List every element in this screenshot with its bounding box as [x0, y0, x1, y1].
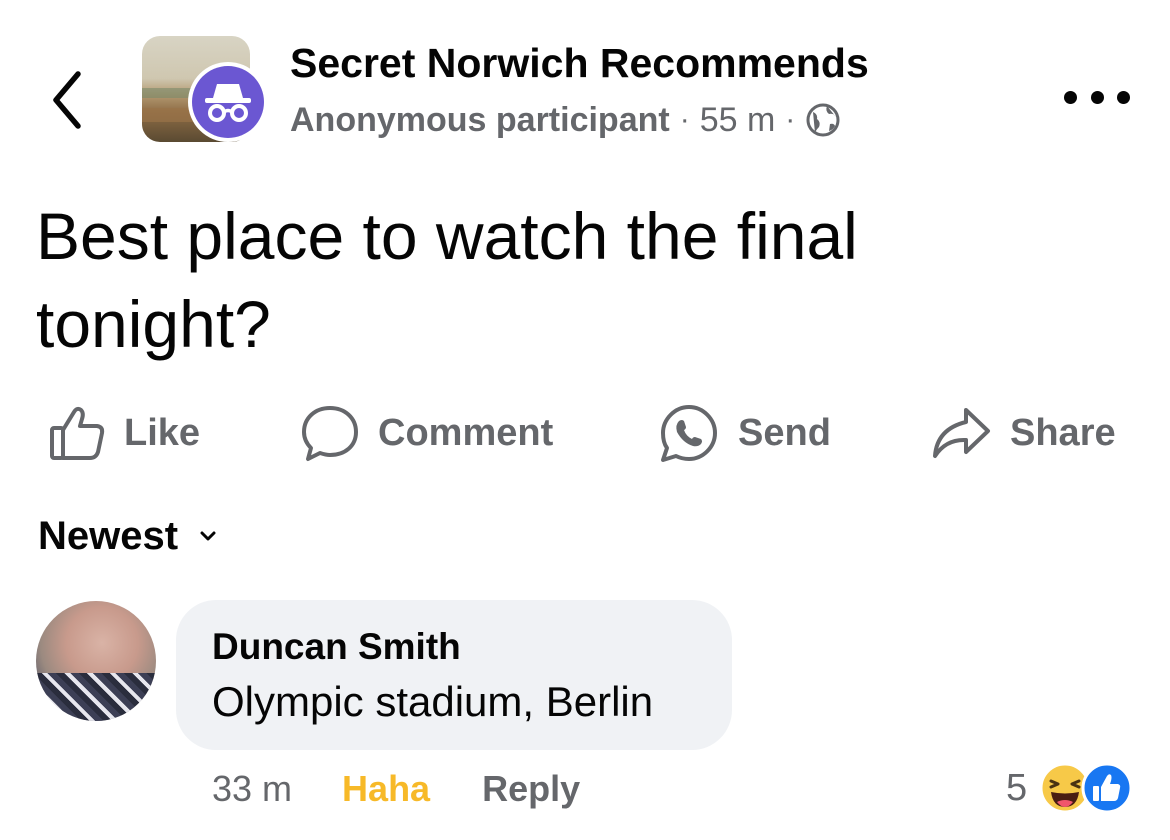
separator: ·: [785, 103, 796, 136]
like-button[interactable]: Like: [48, 400, 200, 466]
like-label: Like: [124, 411, 201, 454]
sort-label: Newest: [38, 513, 179, 558]
globe-icon: [806, 103, 840, 137]
comment-bubble-icon: [302, 406, 358, 461]
send-button[interactable]: Send: [658, 400, 831, 466]
chevron-left-icon: [53, 71, 81, 129]
post-text: Best place to watch the final tonight?: [36, 192, 1036, 368]
comment-meta: 33 m Haha Reply: [212, 766, 580, 812]
incognito-icon: [205, 84, 251, 122]
comment-bubble[interactable]: Duncan Smith Olympic stadium, Berlin: [176, 600, 732, 750]
comment-button[interactable]: Comment: [300, 400, 553, 466]
reaction-count: 5: [1006, 766, 1028, 809]
comment-sort-dropdown[interactable]: Newest: [38, 512, 216, 560]
post-author: Anonymous participant: [290, 100, 670, 139]
anonymous-badge: [188, 62, 268, 142]
share-label: Share: [1010, 411, 1116, 454]
comment-author[interactable]: Duncan Smith: [212, 626, 461, 668]
whatsapp-icon: [661, 405, 717, 462]
share-arrow-icon: [933, 408, 990, 458]
comment-reaction-button[interactable]: Haha: [342, 768, 430, 810]
separator: ·: [679, 103, 690, 136]
send-label: Send: [738, 411, 831, 454]
post-screen: Secret Norwich Recommends Anonymous part…: [0, 0, 1170, 840]
more-options-button[interactable]: [1064, 82, 1130, 112]
commenter-avatar[interactable]: [36, 601, 156, 721]
back-button[interactable]: [42, 60, 92, 140]
post-time[interactable]: 55 m: [700, 101, 776, 140]
more-dot: [1090, 90, 1104, 104]
post-text-line: Best place to watch the final: [36, 199, 858, 273]
reply-button[interactable]: Reply: [482, 768, 580, 810]
share-button[interactable]: Share: [930, 400, 1116, 466]
group-name[interactable]: Secret Norwich Recommends: [290, 40, 869, 87]
chevron-down-icon: [200, 531, 216, 541]
comment-text: Olympic stadium, Berlin: [212, 678, 654, 725]
more-dot: [1117, 90, 1130, 104]
post-text-line: tonight?: [36, 287, 271, 361]
comment-label: Comment: [378, 411, 554, 454]
thumbs-up-icon: [50, 406, 105, 460]
post-meta: Anonymous participant · 55 m ·: [290, 98, 841, 142]
comment-reactions[interactable]: 5: [1006, 760, 1133, 816]
more-dots-icon: [1064, 90, 1077, 104]
post-actions: Like Comment Send Share: [0, 400, 1170, 466]
comment-time[interactable]: 33 m: [212, 768, 292, 810]
like-emoji-icon: [1081, 762, 1133, 814]
